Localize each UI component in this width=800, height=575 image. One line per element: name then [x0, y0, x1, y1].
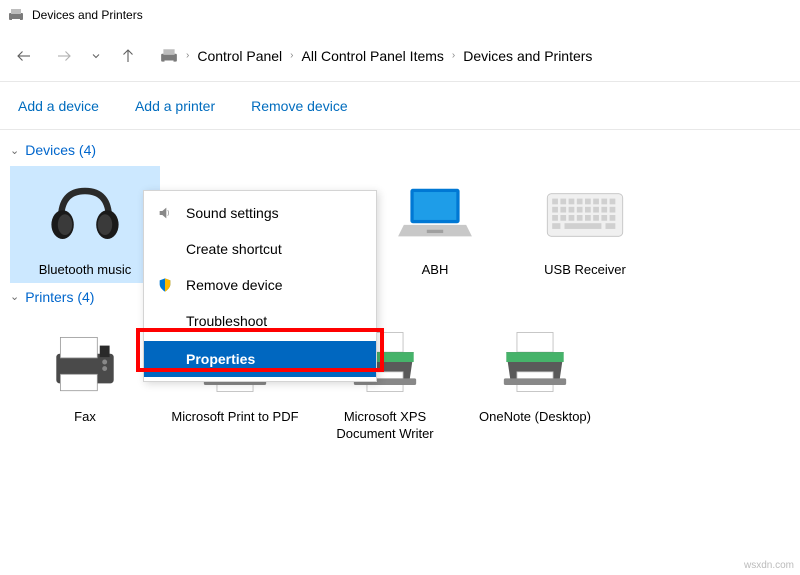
chevron-down-icon: ⌄	[10, 290, 19, 303]
recent-button[interactable]	[86, 38, 106, 74]
printer-icon	[490, 317, 580, 407]
device-label: ABH	[422, 262, 449, 279]
ctx-troubleshoot[interactable]: Troubleshoot	[144, 303, 376, 339]
headphones-icon	[40, 170, 130, 260]
device-label: USB Receiver	[544, 262, 626, 279]
device-label: Bluetooth music	[39, 262, 132, 279]
blank-icon	[156, 240, 174, 258]
ctx-label: Create shortcut	[186, 241, 282, 257]
printer-label: Fax	[74, 409, 96, 426]
navbar: › Control Panel › All Control Panel Item…	[0, 30, 800, 82]
breadcrumb-all-items[interactable]: All Control Panel Items	[302, 48, 444, 64]
ctx-label: Properties	[186, 351, 255, 367]
chevron-down-icon: ⌄	[10, 144, 19, 157]
window-title: Devices and Printers	[32, 8, 143, 22]
ctx-label: Troubleshoot	[186, 313, 267, 329]
arrow-left-icon	[15, 47, 33, 65]
toolbar: Add a device Add a printer Remove device	[0, 82, 800, 130]
ctx-sound-settings[interactable]: Sound settings	[144, 195, 376, 231]
forward-button[interactable]	[46, 38, 82, 74]
printer-label: OneNote (Desktop)	[479, 409, 591, 426]
devices-printers-icon	[160, 47, 178, 65]
add-device-button[interactable]: Add a device	[18, 98, 99, 114]
content: ⌄ Devices (4) Bluetooth music	[0, 130, 800, 453]
laptop-icon	[390, 170, 480, 260]
printer-onenote[interactable]: OneNote (Desktop)	[460, 313, 610, 447]
printer-fax[interactable]: Fax	[10, 313, 160, 447]
devices-section-title: Devices (4)	[25, 142, 96, 158]
printers-list: Fax Microsoft Print to PDF	[10, 313, 790, 447]
shield-icon	[156, 276, 174, 294]
ctx-properties[interactable]: Properties	[144, 341, 376, 377]
breadcrumb-separator: ›	[452, 50, 455, 61]
breadcrumb-control-panel[interactable]: Control Panel	[197, 48, 282, 64]
printer-label: Microsoft Print to PDF	[171, 409, 298, 426]
ctx-create-shortcut[interactable]: Create shortcut	[144, 231, 376, 267]
ctx-remove-device[interactable]: Remove device	[144, 267, 376, 303]
device-abh[interactable]: ABH	[360, 166, 510, 283]
keyboard-icon	[540, 170, 630, 260]
breadcrumb-devices-printers[interactable]: Devices and Printers	[463, 48, 592, 64]
device-usb-receiver[interactable]: USB Receiver	[510, 166, 660, 283]
devices-list: Bluetooth music ABH	[10, 166, 790, 283]
add-printer-button[interactable]: Add a printer	[135, 98, 215, 114]
devices-section-header[interactable]: ⌄ Devices (4)	[10, 142, 790, 158]
remove-device-button[interactable]: Remove device	[251, 98, 348, 114]
chevron-down-icon	[90, 50, 102, 62]
breadcrumb-separator: ›	[290, 50, 293, 61]
back-button[interactable]	[6, 38, 42, 74]
printers-section-header[interactable]: ⌄ Printers (4)	[10, 289, 790, 305]
arrow-up-icon	[119, 47, 137, 65]
titlebar: Devices and Printers	[0, 0, 800, 30]
context-menu: Sound settings Create shortcut Remove de…	[143, 190, 377, 382]
watermark: wsxdn.com	[744, 560, 794, 571]
devices-printers-icon	[8, 7, 24, 23]
arrow-right-icon	[55, 47, 73, 65]
printer-label: Microsoft XPS Document Writer	[314, 409, 456, 443]
speaker-icon	[156, 204, 174, 222]
device-bluetooth-music[interactable]: Bluetooth music	[10, 166, 160, 283]
blank-icon	[156, 312, 174, 330]
breadcrumb: › Control Panel › All Control Panel Item…	[160, 47, 592, 65]
ctx-label: Sound settings	[186, 205, 279, 221]
blank-icon	[156, 350, 174, 368]
fax-icon	[40, 317, 130, 407]
breadcrumb-separator: ›	[186, 50, 189, 61]
ctx-label: Remove device	[186, 277, 283, 293]
up-button[interactable]	[110, 38, 146, 74]
printers-section-title: Printers (4)	[25, 289, 94, 305]
